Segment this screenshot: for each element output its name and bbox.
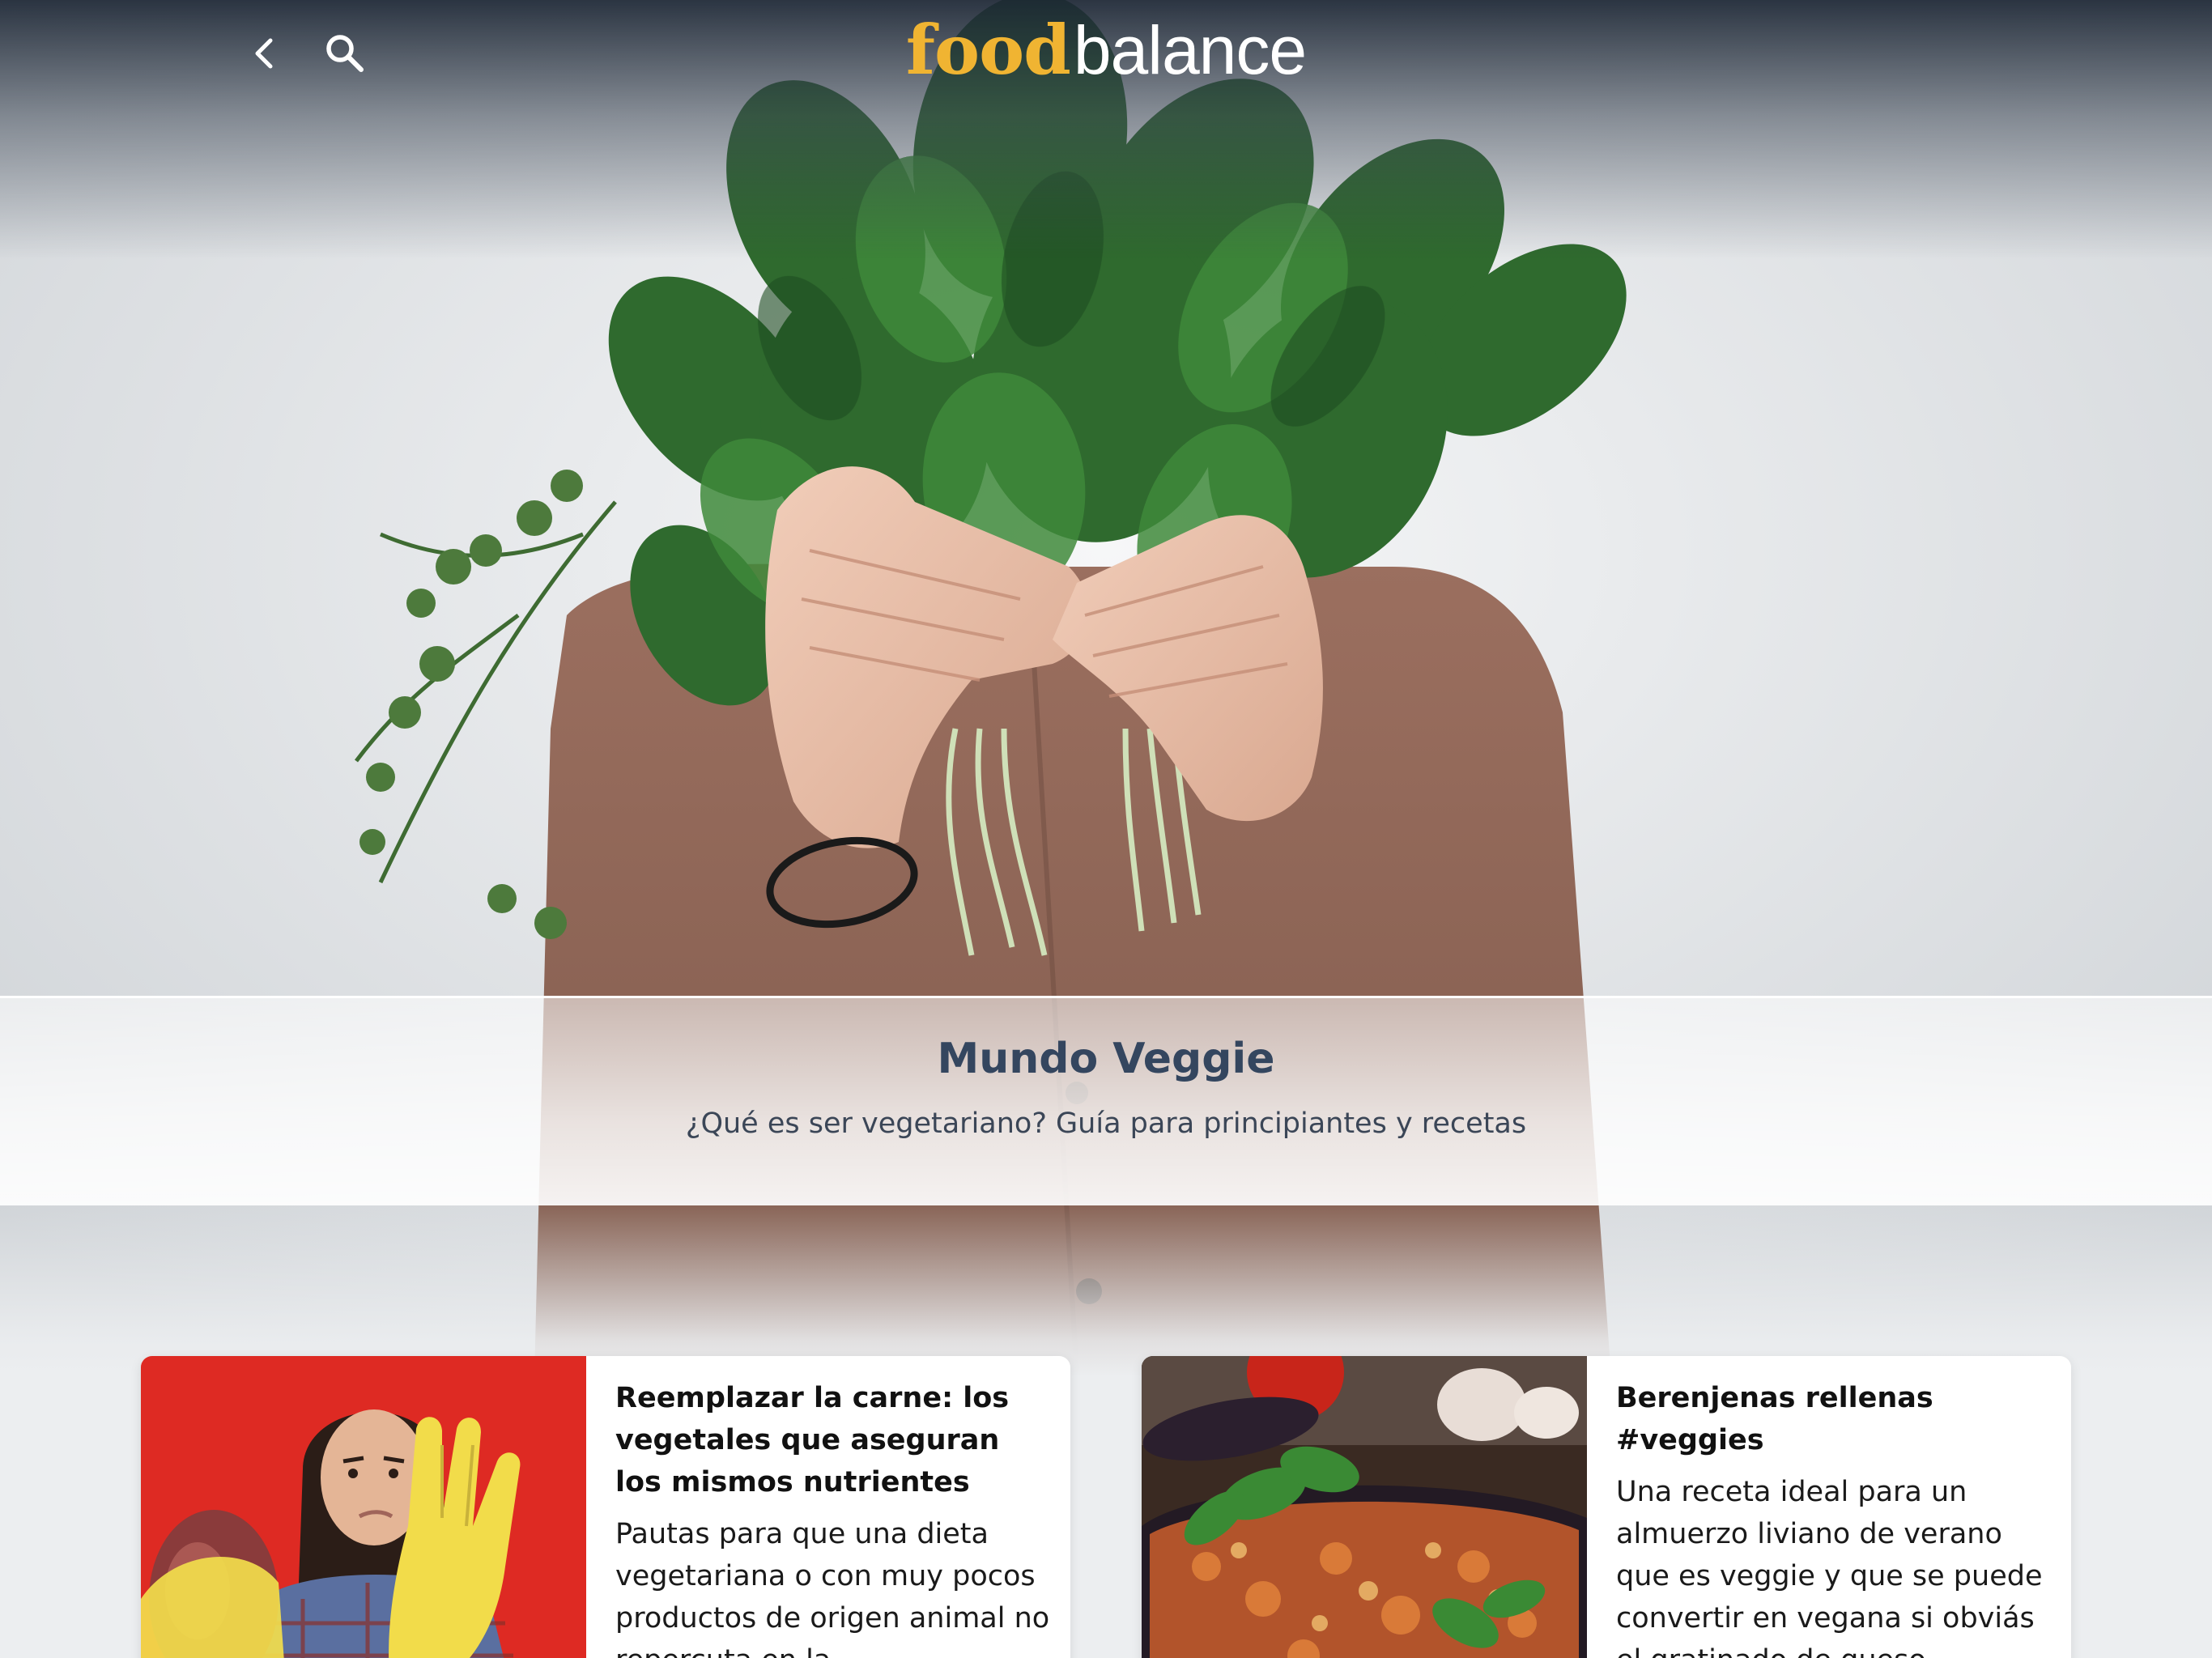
article-title[interactable]: Reemplazar la carne: los vegetales que a… bbox=[615, 1377, 1053, 1503]
app-logo[interactable]: foodbalance bbox=[0, 10, 2212, 91]
article-text: Reemplazar la carne: los vegetales que a… bbox=[615, 1377, 1053, 1658]
section-header: Mundo Veggie ¿Qué es ser vegetariano? Gu… bbox=[0, 996, 2212, 1205]
article-thumbnail bbox=[141, 1356, 586, 1658]
article-card[interactable]: Reemplazar la carne: los vegetales que a… bbox=[141, 1356, 1070, 1658]
article-thumbnail bbox=[1142, 1356, 1587, 1658]
article-thumbnail-image bbox=[141, 1356, 586, 1658]
section-title: Mundo Veggie bbox=[937, 1035, 1275, 1083]
logo-food-text: food bbox=[905, 10, 1071, 90]
app-screen: foodbalance Mundo Veggie ¿Qué es ser veg… bbox=[0, 0, 2212, 1658]
hero-bottom-fade bbox=[0, 1198, 2212, 1376]
logo-balance-text: balance bbox=[1073, 12, 1307, 88]
article-thumbnail-image bbox=[1142, 1356, 1587, 1658]
article-description: Una receta ideal para un almuerzo livian… bbox=[1616, 1476, 2043, 1658]
top-navigation-bar: foodbalance bbox=[0, 0, 2212, 105]
section-subtitle: ¿Qué es ser vegetariano? Guía para princ… bbox=[685, 1107, 1527, 1140]
article-text: Berenjenas rellenas #veggies Una receta … bbox=[1616, 1377, 2053, 1658]
article-title[interactable]: Berenjenas rellenas #veggies bbox=[1616, 1377, 2053, 1461]
article-card[interactable]: Berenjenas rellenas #veggies Una receta … bbox=[1142, 1356, 2071, 1658]
article-description: Pautas para que una dieta vegetariana o … bbox=[615, 1518, 1050, 1658]
